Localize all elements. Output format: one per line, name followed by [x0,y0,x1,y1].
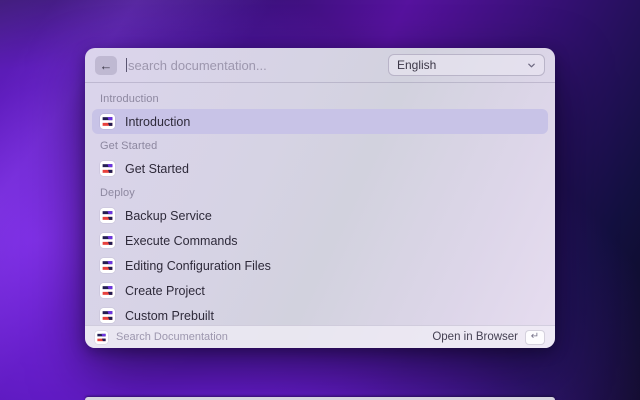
text-caret [126,58,127,72]
search-topbar: ← English [85,48,555,83]
return-key-badge: ↵ [525,330,545,345]
open-in-browser-action[interactable]: Open in Browser ↵ [432,330,545,345]
search-documentation-modal: ← English Introduction Introd [85,48,555,348]
modal-footer: Search Documentation Open in Browser ↵ [85,325,555,348]
language-dropdown[interactable]: English [388,54,545,76]
zeabur-logo-icon [100,283,115,298]
zeabur-logo-icon [100,114,115,129]
desktop-wallpaper: ← English Introduction Introd [0,0,640,400]
result-item[interactable]: Editing Configuration Files [92,253,548,278]
zeabur-logo-icon [100,258,115,273]
footer-search-label: Search Documentation [116,331,424,343]
search-field-wrap [126,58,379,73]
result-item[interactable]: Create Project [92,278,548,303]
result-item[interactable]: Introduction [92,109,548,134]
open-in-browser-label: Open in Browser [432,331,518,343]
result-item[interactable]: Custom Prebuilt [92,303,548,325]
results-list: Introduction Introduction Get Started Ge… [85,83,555,325]
back-arrow-icon: ← [100,59,113,72]
zeabur-logo-icon [100,308,115,323]
zeabur-logo-icon [95,331,108,344]
result-item-label: Execute Commands [125,234,238,248]
back-button[interactable]: ← [95,56,117,75]
result-item-label: Backup Service [125,209,212,223]
zeabur-logo-icon [100,208,115,223]
language-dropdown-value: English [397,58,436,72]
result-item-label: Get Started [125,162,189,176]
section-label: Introduction [92,87,548,109]
result-item[interactable]: Get Started [92,156,548,181]
result-item[interactable]: Execute Commands [92,228,548,253]
result-item-label: Custom Prebuilt [125,309,214,323]
result-item[interactable]: Backup Service [92,203,548,228]
result-item-label: Create Project [125,284,205,298]
section-label: Deploy [92,181,548,203]
search-input[interactable] [128,58,379,73]
result-item-label: Introduction [125,115,190,129]
result-item-label: Editing Configuration Files [125,259,271,273]
zeabur-logo-icon [100,233,115,248]
return-key-icon: ↵ [531,332,539,342]
zeabur-logo-icon [100,161,115,176]
chevron-down-icon [527,61,536,70]
section-label: Get Started [92,134,548,156]
